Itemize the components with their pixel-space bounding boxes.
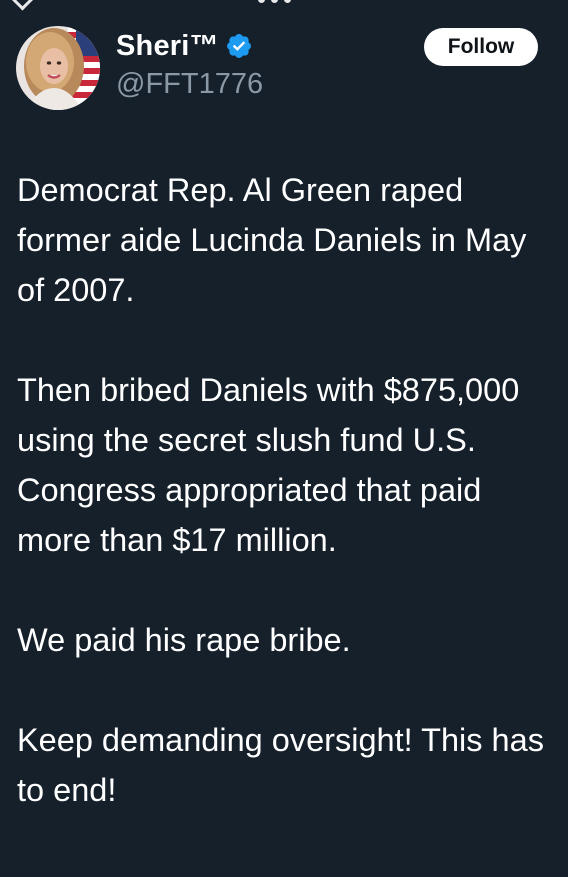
display-name[interactable]: Sheri™: [116, 30, 219, 63]
user-info: Sheri™ @FFT1776: [116, 26, 263, 101]
tweet-screen: Sheri™ @FFT1776 Follow Democrat Rep. Al …: [0, 0, 568, 877]
profile-photo-icon: [16, 26, 100, 110]
verified-badge-icon: [225, 32, 253, 60]
dot: [284, 0, 291, 3]
dot: [271, 0, 278, 3]
back-arrow-icon[interactable]: [10, 0, 35, 11]
tweet-paragraph: Keep demanding oversight! This has to en…: [17, 722, 544, 808]
tweet-paragraph: Democrat Rep. Al Green raped former aide…: [17, 172, 527, 308]
tweet-header: Sheri™ @FFT1776 Follow: [16, 26, 552, 116]
avatar[interactable]: [16, 26, 100, 110]
dot: [258, 0, 265, 3]
user-handle[interactable]: @FFT1776: [116, 68, 263, 101]
display-name-row: Sheri™: [116, 26, 263, 66]
more-options-icon[interactable]: [258, 0, 291, 3]
follow-button[interactable]: Follow: [424, 28, 538, 66]
top-bar: [0, 0, 568, 11]
tweet-paragraph: We paid his rape bribe.: [17, 622, 351, 658]
tweet-text: Democrat Rep. Al Green raped former aide…: [17, 165, 557, 815]
tweet-paragraph: Then bribed Daniels with $875,000 using …: [17, 372, 520, 558]
